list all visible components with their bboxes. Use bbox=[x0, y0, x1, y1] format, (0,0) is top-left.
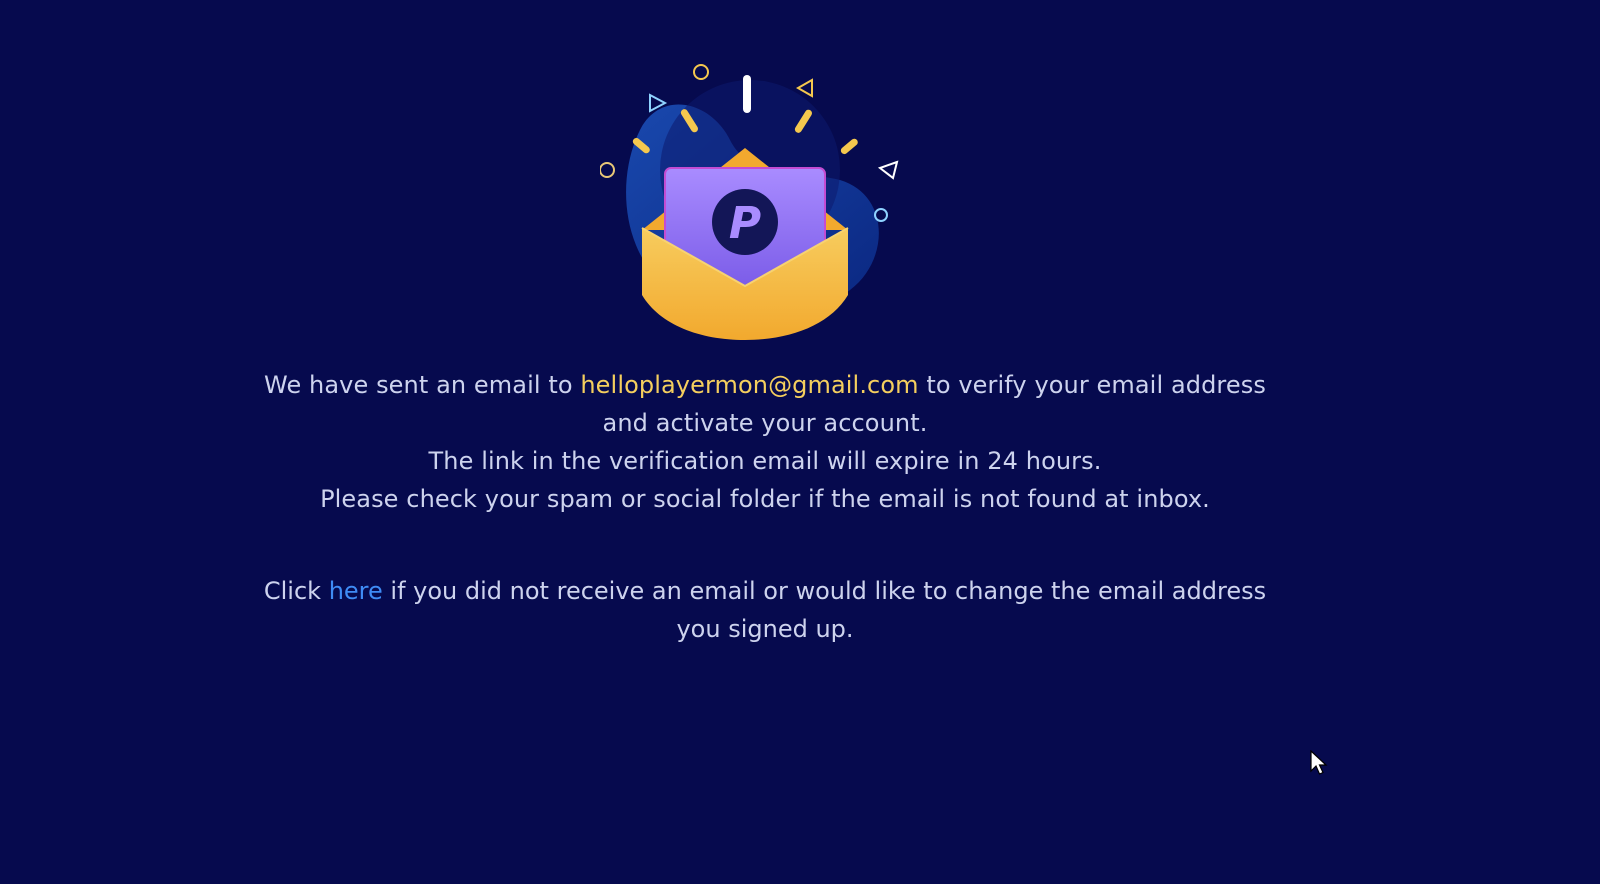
email-sent-illustration: P bbox=[599, 60, 920, 350]
mouse-cursor-icon bbox=[1310, 749, 1328, 776]
resend-message: Click here if you did not receive an ema… bbox=[260, 572, 1270, 648]
svg-text:P: P bbox=[729, 198, 761, 249]
resend-prefix: Click bbox=[263, 577, 329, 605]
verification-message: We have sent an email to helloplayermon@… bbox=[260, 366, 1270, 518]
verification-line-3: Please check your spam or social folder … bbox=[320, 485, 1210, 513]
line1-prefix: We have sent an email to bbox=[264, 371, 581, 399]
verification-line-2: The link in the verification email will … bbox=[428, 447, 1102, 475]
resend-suffix: if you did not receive an email or would… bbox=[382, 577, 1267, 643]
resend-here-link[interactable]: here bbox=[329, 577, 383, 605]
verification-line-1: We have sent an email to helloplayermon@… bbox=[260, 366, 1270, 442]
email-address: helloplayermon@gmail.com bbox=[580, 371, 919, 399]
open-envelope-icon: P bbox=[599, 64, 899, 340]
